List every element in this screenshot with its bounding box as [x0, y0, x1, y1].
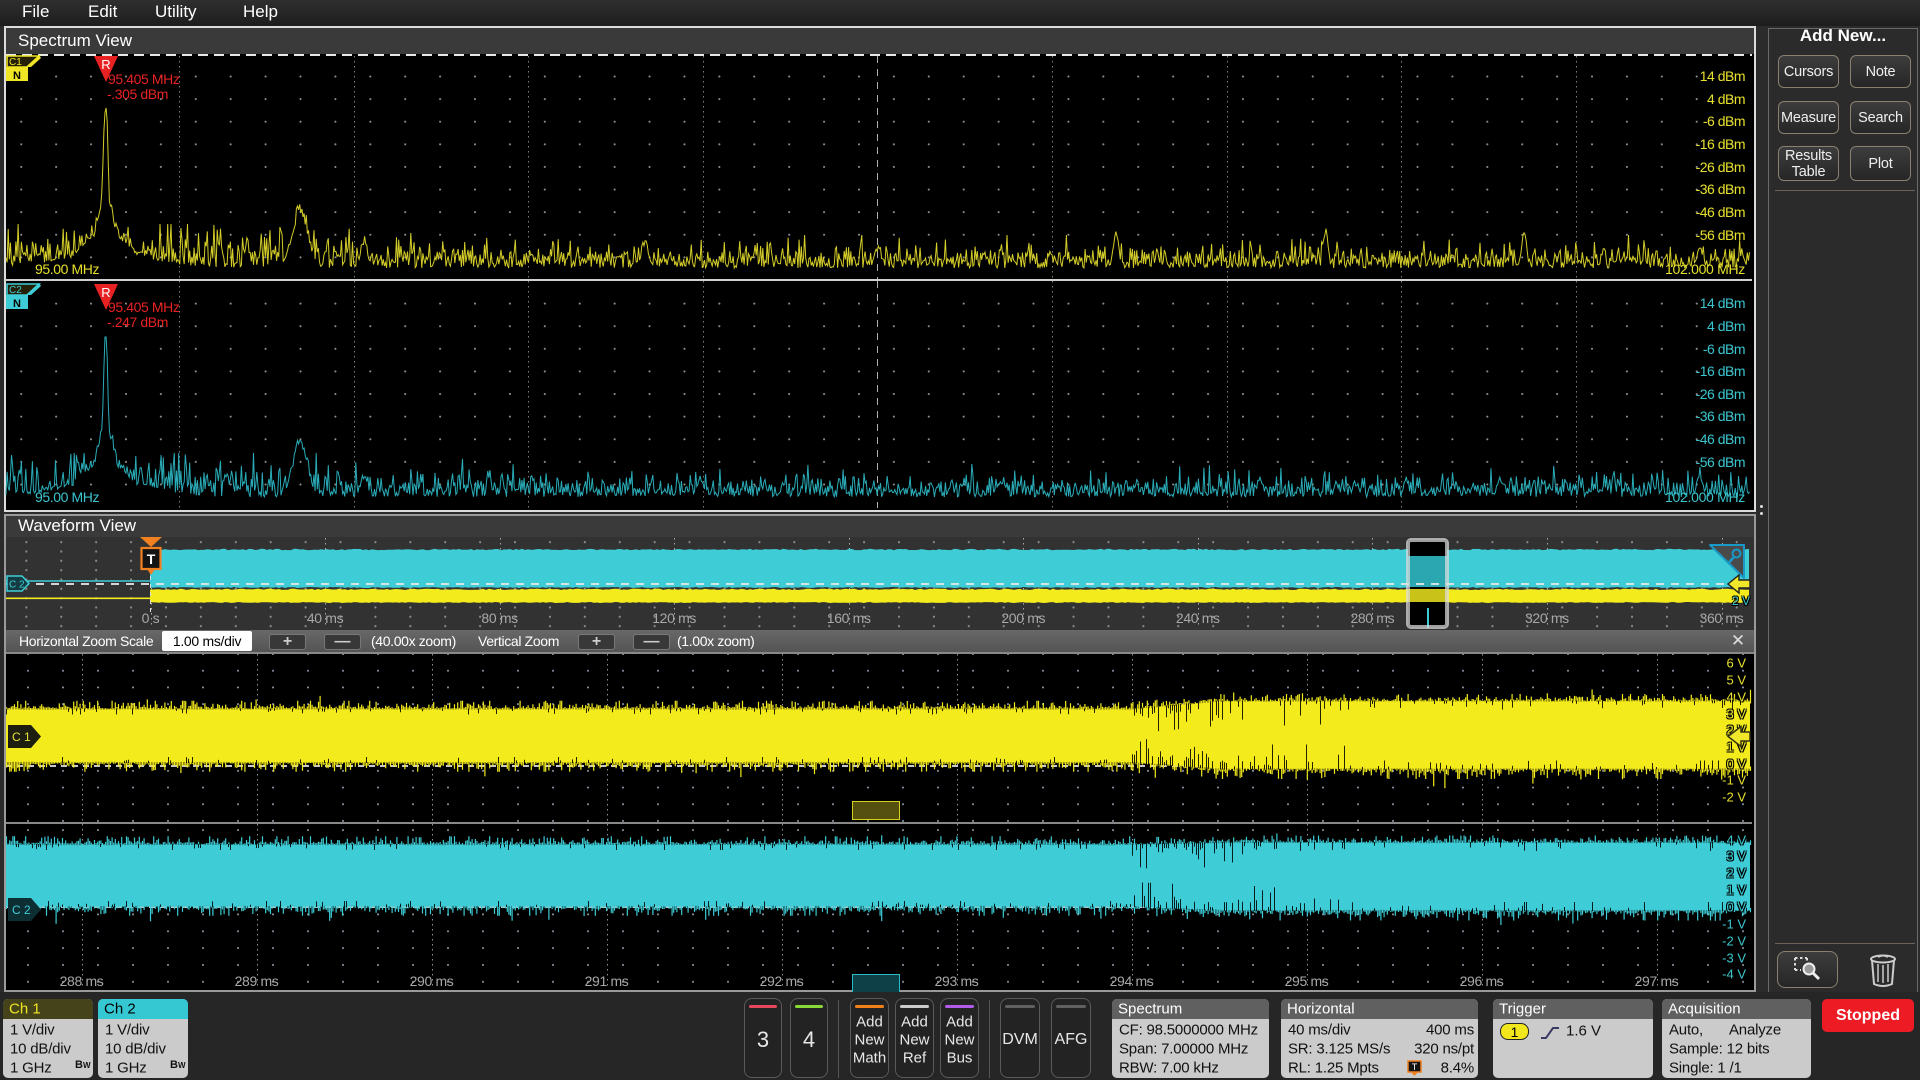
svg-text:C 1: C 1: [12, 730, 31, 744]
svg-text:C 2: C 2: [12, 903, 31, 917]
svg-text:T: T: [1412, 1062, 1418, 1072]
